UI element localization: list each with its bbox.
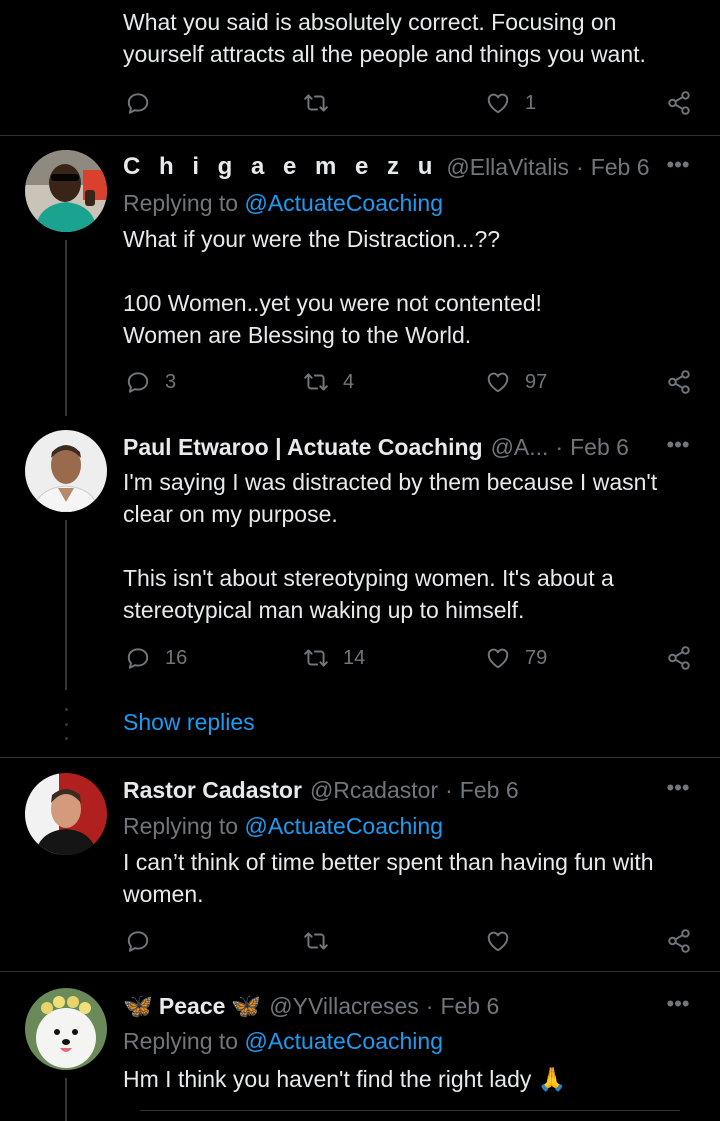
share-button[interactable] (666, 926, 692, 956)
thread-line (65, 240, 67, 416)
tweet-text: What you said is absolutely correct. Foc… (123, 9, 646, 67)
user-handle[interactable]: @Rcadastor (310, 777, 438, 804)
tweet-actions: 16 14 79 (123, 643, 703, 673)
share-icon (666, 369, 692, 395)
avatar[interactable] (25, 150, 107, 232)
share-button[interactable] (666, 88, 692, 118)
retweet-count: 14 (343, 646, 366, 669)
tweet-text: Hm I think you haven't find the right la… (123, 1066, 567, 1092)
mention-link[interactable]: @ActuateCoaching (244, 190, 443, 216)
divider (0, 135, 720, 136)
show-replies-link[interactable]: Show replies (123, 709, 255, 736)
avatar[interactable] (25, 430, 107, 512)
separator: · (445, 776, 453, 803)
tweet-actions (123, 926, 703, 956)
reply-button[interactable] (125, 88, 165, 118)
tweet-actions: 3 4 97 (123, 367, 703, 397)
reply-icon (125, 645, 151, 671)
divider (0, 757, 720, 758)
separator: · (555, 433, 564, 460)
like-button[interactable] (485, 926, 525, 956)
tweet-date[interactable]: Feb 6 (460, 777, 519, 804)
thread-dots (62, 708, 70, 740)
user-handle[interactable]: @A... (491, 434, 549, 461)
reply-icon (125, 369, 151, 395)
tweet-text: I'm saying I was distracted by them beca… (123, 469, 658, 623)
retweet-count: 4 (343, 370, 355, 393)
like-count: 79 (525, 646, 548, 669)
separator: · (425, 992, 434, 1019)
share-button[interactable] (666, 643, 692, 673)
more-icon[interactable]: ••• (666, 993, 690, 1021)
thread-line (65, 520, 67, 690)
retweet-button[interactable]: 4 (303, 367, 354, 397)
more-icon[interactable]: ••• (666, 777, 690, 805)
replying-to-label: Replying to (123, 813, 239, 839)
tweet-actions: 1 (123, 88, 703, 118)
like-count: 1 (525, 91, 537, 114)
like-icon (485, 928, 511, 954)
replying-to-label: Replying to (123, 1028, 239, 1054)
quote-card-edge (140, 1110, 680, 1111)
reply-count: 3 (165, 370, 177, 393)
user-handle[interactable]: @YVillacreses (269, 993, 418, 1020)
reply-button[interactable]: 3 (125, 367, 176, 397)
tweet-header: Paul Etwaroo | Actuate Coaching @A... · … (123, 430, 656, 464)
reply-count: 16 (165, 646, 188, 669)
like-button[interactable]: 97 (485, 367, 547, 397)
tweet-date[interactable]: Feb 6 (440, 993, 499, 1020)
retweet-icon (303, 90, 329, 116)
retweet-button[interactable] (303, 88, 343, 118)
tweet-header: 🦋 Peace 🦋 @YVillacreses · Feb 6 (123, 989, 656, 1023)
tweet-header: C h i g a e m e z u @EllaVitalis · Feb 6 (123, 150, 656, 184)
replying-to: Replying to @ActuateCoaching (123, 1028, 443, 1055)
reply-icon (125, 928, 151, 954)
butterfly-icon: 🦋 (231, 992, 262, 1020)
replying-to: Replying to @ActuateCoaching (123, 813, 443, 840)
share-icon (666, 645, 692, 671)
retweet-icon (303, 928, 329, 954)
reply-button[interactable] (125, 926, 165, 956)
tweet-text: I can’t think of time better spent than … (123, 849, 654, 907)
avatar[interactable] (25, 988, 107, 1070)
replying-to-label: Replying to (123, 190, 239, 216)
butterfly-icon: 🦋 (123, 992, 153, 1020)
like-icon (485, 369, 511, 395)
more-icon[interactable]: ••• (666, 154, 690, 182)
mention-link[interactable]: @ActuateCoaching (244, 813, 443, 839)
mention-link[interactable]: @ActuateCoaching (244, 1028, 443, 1054)
separator: · (576, 153, 584, 180)
share-icon (666, 928, 692, 954)
tweet-header: Rastor Cadastor @Rcadastor · Feb 6 (123, 773, 656, 807)
share-icon (666, 90, 692, 116)
user-handle[interactable]: @EllaVitalis (446, 154, 569, 181)
retweet-icon (303, 369, 329, 395)
avatar[interactable] (25, 773, 107, 855)
tweet-date[interactable]: Feb 6 (591, 154, 650, 181)
like-button[interactable]: 79 (485, 643, 547, 673)
like-button[interactable]: 1 (485, 88, 536, 118)
like-count: 97 (525, 370, 548, 393)
more-icon[interactable]: ••• (666, 434, 690, 462)
tweet-date[interactable]: Feb 6 (570, 434, 629, 461)
reply-icon (125, 90, 151, 116)
reply-button[interactable]: 16 (125, 643, 187, 673)
like-icon (485, 645, 511, 671)
retweet-button[interactable] (303, 926, 343, 956)
retweet-icon (303, 645, 329, 671)
divider (0, 971, 720, 972)
display-name[interactable]: C h i g a e m e z u (123, 153, 438, 181)
tweet-text: What if your were the Distraction...?? 1… (123, 226, 542, 348)
display-name[interactable]: Paul Etwaroo | Actuate Coaching (123, 434, 483, 461)
share-button[interactable] (666, 367, 692, 397)
like-icon (485, 90, 511, 116)
display-name[interactable]: Peace (159, 993, 226, 1020)
thread-line (65, 1078, 67, 1121)
replying-to: Replying to @ActuateCoaching (123, 190, 443, 217)
display-name[interactable]: Rastor Cadastor (123, 777, 302, 804)
retweet-button[interactable]: 14 (303, 643, 365, 673)
